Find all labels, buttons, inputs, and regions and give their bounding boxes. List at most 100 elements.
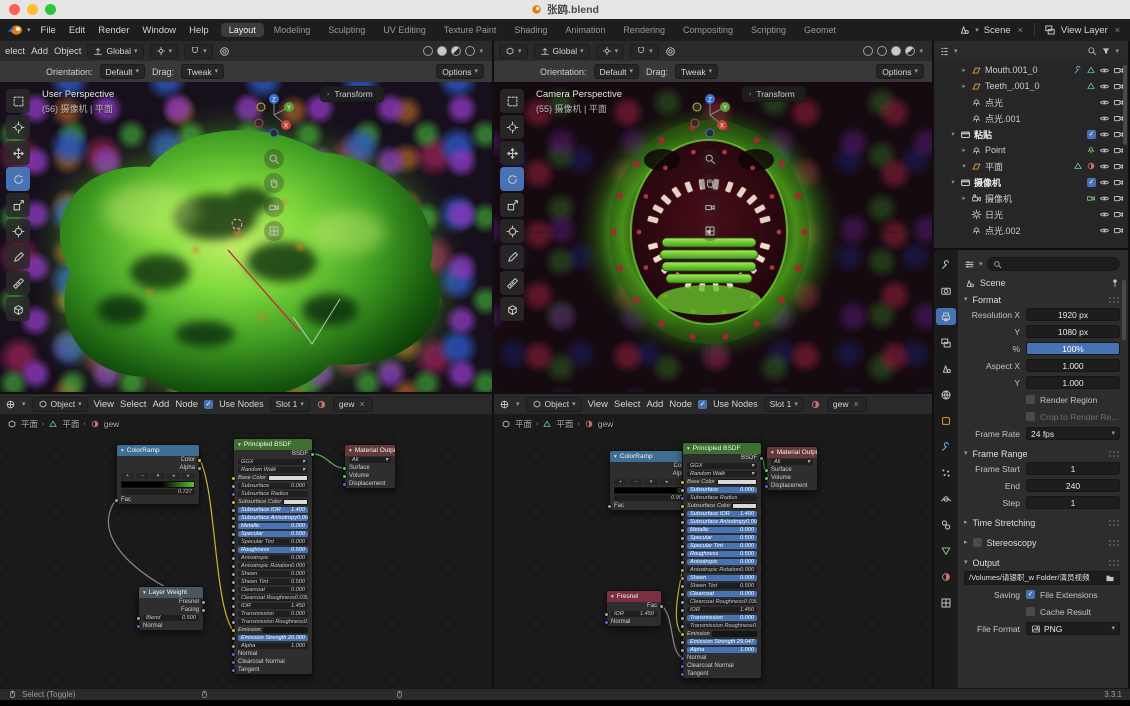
- node-row-roughness[interactable]: Roughness 0.500: [231, 546, 312, 554]
- node-socket[interactable]: [231, 643, 236, 649]
- panel-grip[interactable]: [1108, 296, 1120, 303]
- eye-icon[interactable]: [1099, 97, 1110, 108]
- measure-tool-button[interactable]: [500, 271, 524, 295]
- node-row-all[interactable]: All ▾: [345, 456, 395, 464]
- view-layer-selector[interactable]: View Layer: [1061, 25, 1108, 36]
- transform-tool-button[interactable]: [500, 219, 524, 243]
- node-row-emission-strength[interactable]: Emission Strength 20.000: [231, 634, 312, 642]
- node-row-displacement[interactable]: Displacement: [764, 482, 817, 490]
- node-header[interactable]: ▾ Material Output: [767, 447, 817, 458]
- panel-grip[interactable]: [1108, 559, 1120, 566]
- mode-dropdown[interactable]: ▾: [499, 43, 528, 59]
- node-row-transmission-roughness[interactable]: Transmission Roughness0.000: [231, 618, 312, 626]
- eye-icon[interactable]: [1099, 113, 1110, 124]
- node-socket[interactable]: [231, 587, 236, 593]
- checkbox[interactable]: [1026, 412, 1035, 421]
- camera-toggle-icon[interactable]: [1113, 209, 1124, 220]
- percent-slider[interactable]: 100%: [1026, 342, 1120, 355]
- node-socket[interactable]: [680, 639, 685, 645]
- value-field[interactable]: 1: [1026, 496, 1120, 509]
- node-row-subsurface-color[interactable]: Subsurface Color: [680, 502, 761, 510]
- node-socket[interactable]: [764, 467, 769, 473]
- node-principled-bsdf[interactable]: ▾ Principled BSDF BSDF GGX ▾ Random Walk ▾ Base…: [680, 442, 764, 679]
- menu-add[interactable]: Add: [31, 46, 48, 57]
- node-row-metallic[interactable]: Metallic 0.000: [680, 526, 761, 534]
- value-field[interactable]: 1.000: [1026, 376, 1120, 389]
- node-socket[interactable]: [231, 483, 236, 489]
- node-socket[interactable]: [680, 487, 685, 493]
- node-row-all[interactable]: All ▾: [767, 458, 817, 466]
- node-row-specular[interactable]: Specular 0.500: [680, 534, 761, 542]
- node-principled-bsdf[interactable]: ▾ Principled BSDF BSDF GGX ▾ Random Walk ▾ Base…: [231, 438, 315, 675]
- material-preview-icon[interactable]: [451, 46, 462, 56]
- node-socket[interactable]: [197, 457, 202, 463]
- menu-select[interactable]: elect: [5, 46, 25, 57]
- node-socket[interactable]: [201, 599, 206, 605]
- eye-icon[interactable]: [1099, 145, 1110, 156]
- menu-select[interactable]: Select: [120, 399, 146, 410]
- move-tool-button[interactable]: [6, 141, 30, 165]
- node-socket[interactable]: [659, 603, 664, 609]
- camera-view-icon[interactable]: [264, 197, 284, 217]
- shader-type-dropdown[interactable]: Object ▾: [525, 396, 582, 412]
- node-socket[interactable]: [764, 475, 769, 481]
- node-row-val[interactable]: 0.727: [117, 488, 199, 496]
- filter-icon[interactable]: [1101, 46, 1111, 56]
- node-socket[interactable]: [680, 631, 685, 637]
- drag-value-dropdown[interactable]: Tweak ▾: [675, 64, 719, 79]
- properties-search-input[interactable]: [986, 257, 1120, 271]
- node-socket[interactable]: [231, 667, 236, 673]
- menu-add[interactable]: Add: [646, 399, 663, 410]
- tab-rendering[interactable]: Rendering: [615, 23, 673, 37]
- menu-view[interactable]: View: [94, 399, 114, 410]
- sidebar-transform-tab[interactable]: › Transform: [742, 86, 806, 102]
- tab-modeling[interactable]: Modeling: [266, 23, 319, 37]
- node-socket[interactable]: [231, 659, 236, 665]
- eye-icon[interactable]: [1099, 129, 1110, 140]
- node-row-subsurface-anisotropy[interactable]: Subsurface Anisotropy0.000: [231, 514, 312, 522]
- node-socket[interactable]: [231, 571, 236, 577]
- exclude-checkbox[interactable]: ✓: [1087, 129, 1096, 139]
- properties-tab-texture[interactable]: [936, 594, 956, 611]
- node-socket[interactable]: [680, 623, 685, 629]
- node-socket[interactable]: [680, 671, 685, 677]
- output-path-field[interactable]: /Volumes/请银职_w Folder/演员视频: [964, 570, 1120, 585]
- node-row-roughness[interactable]: Roughness 0.500: [680, 550, 761, 558]
- node-socket[interactable]: [201, 607, 206, 613]
- tab-uv-editing[interactable]: UV Editing: [375, 23, 434, 37]
- node-socket[interactable]: [231, 611, 236, 617]
- zoom-icon[interactable]: [700, 149, 720, 169]
- node-socket[interactable]: [231, 491, 236, 497]
- node-socket[interactable]: [197, 465, 202, 471]
- node-socket[interactable]: [231, 635, 236, 641]
- camera-toggle-icon[interactable]: [1113, 161, 1124, 172]
- node-row-tangent[interactable]: Tangent: [231, 666, 312, 674]
- node-row-clearcoat[interactable]: Clearcoat 0.000: [231, 586, 312, 594]
- node-row-alpha[interactable]: Alpha: [117, 464, 202, 472]
- outliner-item-mouth-001-0[interactable]: ▸ Mouth.001_0: [934, 62, 1128, 78]
- measure-tool-button[interactable]: [6, 271, 30, 295]
- node-row-normal[interactable]: Normal: [680, 654, 761, 662]
- node-socket[interactable]: [231, 475, 236, 481]
- node-row-clearcoat-normal[interactable]: Clearcoat Normal: [231, 658, 312, 666]
- blender-logo[interactable]: [8, 24, 23, 36]
- node-row-clearcoat[interactable]: Clearcoat 0.000: [680, 590, 761, 598]
- move-tool-button[interactable]: [500, 141, 524, 165]
- use-nodes-checkbox[interactable]: ✓: [698, 399, 708, 409]
- node-socket[interactable]: [607, 503, 612, 509]
- node-row-surface[interactable]: Surface: [342, 464, 395, 472]
- rotate-tool-button[interactable]: [500, 167, 524, 191]
- camera-view-icon[interactable]: [700, 197, 720, 217]
- tab-animation[interactable]: Animation: [557, 23, 613, 37]
- sidebar-transform-tab[interactable]: › Transform: [320, 86, 384, 102]
- viewport-left-canvas[interactable]: User Perspective (56) 摄像机 | 平面 › Transfor…: [0, 82, 492, 392]
- panel-header-frame-range[interactable]: ▾ Frame Range: [964, 446, 1120, 461]
- tab-scripting[interactable]: Scripting: [743, 23, 794, 37]
- rotate-tool-button[interactable]: [6, 167, 30, 191]
- slot-dropdown[interactable]: Slot 1 ▾: [269, 396, 310, 412]
- node-socket[interactable]: [231, 531, 236, 537]
- wireframe-shading-icon[interactable]: [423, 46, 434, 56]
- node-row-ior[interactable]: IOR 1.450: [604, 610, 661, 618]
- node-socket[interactable]: [680, 607, 685, 613]
- grid-ortho-icon[interactable]: [264, 221, 284, 241]
